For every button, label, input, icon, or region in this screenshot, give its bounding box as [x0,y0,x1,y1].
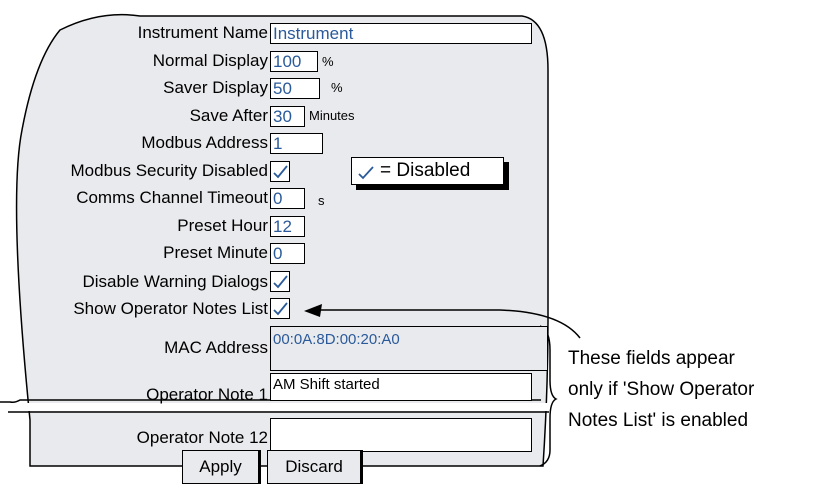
disable-warning-dialogs-checkbox[interactable] [270,271,290,292]
operator-note-12-field[interactable] [270,418,532,452]
label-saver-display: Saver Display [163,78,268,97]
annotation-note: These fields appear only if 'Show Operat… [568,343,754,436]
annotation-line: only if 'Show Operator [568,379,755,400]
saver-display-field[interactable]: 50 [270,78,320,99]
label-modbus-address: Modbus Address [141,133,268,152]
label-normal-display: Normal Display [152,51,268,70]
label-preset-hour: Preset Hour [177,216,268,235]
discard-button[interactable]: Discard [267,450,361,484]
label-operator-note-1: Operator Note 1 [146,385,268,404]
normal-display-field[interactable]: 100 [270,51,318,72]
label-save-after: Save After [189,106,268,125]
modbus-security-disabled-checkbox[interactable] [270,161,290,182]
comms-channel-timeout-unit: s [318,193,325,208]
annotation-line: These fields appear [568,348,735,369]
mac-address-field: 00:0A:8D:00:20:A0 [270,326,548,371]
checkmark-icon [273,302,288,316]
label-preset-minute: Preset Minute [163,243,268,262]
checkmark-icon [273,165,288,179]
label-modbus-security-disabled: Modbus Security Disabled [70,161,268,180]
preset-hour-field[interactable]: 12 [270,216,305,237]
label-mac-address: MAC Address [164,338,268,357]
label-show-operator-notes-list: Show Operator Notes List [73,299,268,318]
instrument-name-field[interactable]: Instrument [270,23,532,44]
show-operator-notes-list-checkbox[interactable] [270,298,290,319]
modbus-address-field[interactable]: 1 [270,133,323,154]
save-after-field[interactable]: 30 [270,106,305,127]
normal-display-unit: % [322,54,334,69]
legend-text: = Disabled [380,160,471,181]
checkmark-icon [273,275,288,289]
label-operator-note-12: Operator Note 12 [136,428,268,447]
disabled-legend: = Disabled [351,157,504,185]
annotation-line: Notes List' is enabled [568,410,749,431]
preset-minute-field[interactable]: 0 [270,243,305,264]
label-instrument-name: Instrument Name [137,23,268,42]
label-comms-channel-timeout: Comms Channel Timeout [76,188,268,207]
comms-channel-timeout-field[interactable]: 0 [270,188,305,209]
label-disable-warning-dialogs: Disable Warning Dialogs [82,272,268,291]
checkmark-icon [358,166,374,180]
save-after-unit: Minutes [309,108,355,123]
operator-note-1-field[interactable]: AM Shift started [270,373,532,401]
saver-display-unit: % [331,80,343,95]
apply-button[interactable]: Apply [182,450,259,484]
